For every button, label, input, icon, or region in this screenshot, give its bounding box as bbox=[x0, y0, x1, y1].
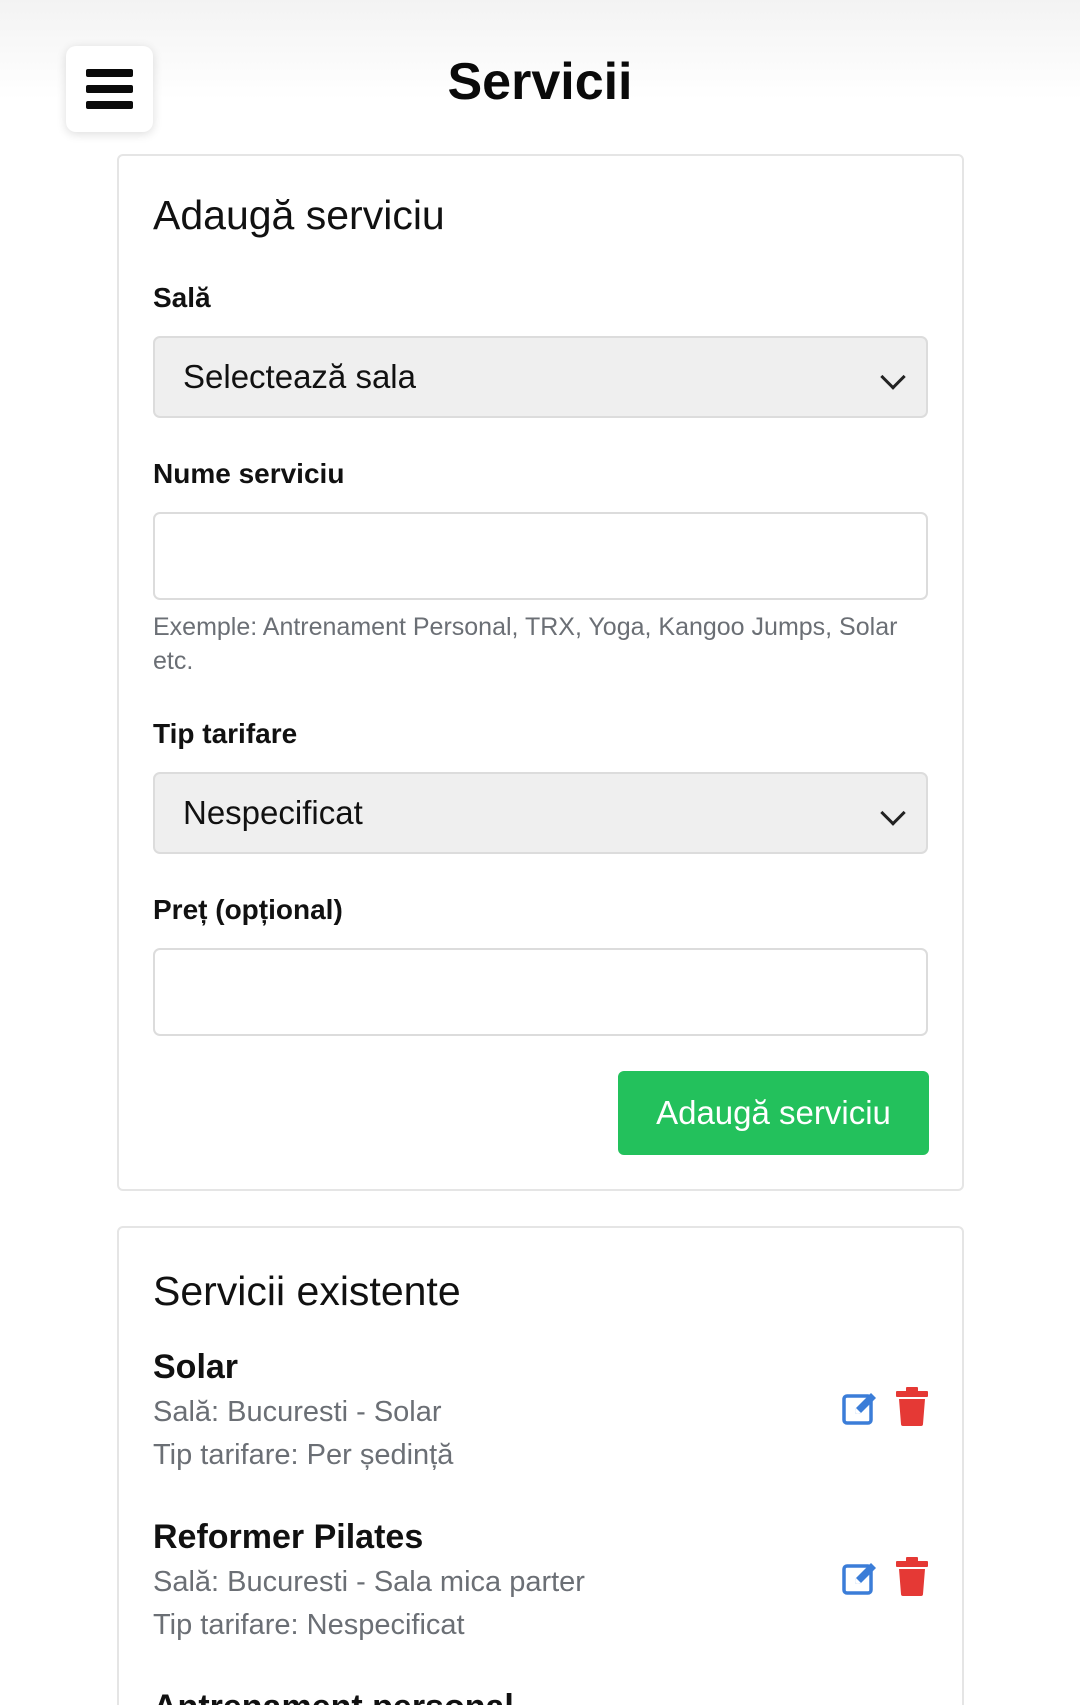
edit-icon bbox=[842, 1393, 876, 1425]
edit-button[interactable] bbox=[841, 1388, 881, 1428]
pricing-type-select[interactable]: Nespecificat bbox=[153, 772, 928, 854]
service-name: Solar bbox=[153, 1348, 239, 1386]
hall-select[interactable]: Selectează sala bbox=[153, 336, 928, 418]
price-label: Preț (opțional) bbox=[153, 894, 343, 925]
service-list-item: Reformer Pilates Sală: Bucuresti - Sala … bbox=[119, 1518, 966, 1658]
pricing-type-select-value: Nespecificat bbox=[183, 794, 363, 831]
service-pricing: Tip tarifare: Nespecificat bbox=[153, 1609, 465, 1641]
edit-button[interactable] bbox=[841, 1558, 881, 1598]
page: Servicii Adaugă serviciu Sală Selectează… bbox=[0, 0, 1080, 1705]
add-service-heading: Adaugă serviciu bbox=[153, 192, 445, 238]
service-name: Reformer Pilates bbox=[153, 1518, 424, 1556]
existing-services-card: Servicii existente Solar Sală: Bucuresti… bbox=[117, 1226, 964, 1705]
pricing-type-label: Tip tarifare bbox=[153, 718, 298, 749]
service-list-item: Solar Sală: Bucuresti - Solar Tip tarifa… bbox=[119, 1348, 966, 1488]
service-pricing: Tip tarifare: Per ședință bbox=[153, 1439, 454, 1471]
chevron-down-icon bbox=[880, 800, 906, 826]
hall-label: Sală bbox=[153, 282, 211, 313]
chevron-down-icon bbox=[880, 364, 906, 390]
delete-button[interactable] bbox=[895, 1556, 935, 1596]
service-hall: Sală: Bucuresti - Solar bbox=[153, 1396, 442, 1428]
service-hall: Sală: Bucuresti - Sala mica parter bbox=[153, 1566, 585, 1598]
service-name-hint: Exemple: Antrenament Personal, TRX, Yoga… bbox=[153, 613, 898, 675]
hall-select-value: Selectează sala bbox=[183, 358, 416, 395]
top-bar: Servicii bbox=[0, 0, 1080, 140]
add-service-card: Adaugă serviciu Sală Selectează sala Num… bbox=[117, 154, 964, 1191]
price-input[interactable] bbox=[153, 948, 928, 1036]
add-service-button[interactable]: Adaugă serviciu bbox=[618, 1071, 929, 1155]
service-list-item: Antrenament personal bbox=[119, 1688, 966, 1705]
trash-icon bbox=[896, 1387, 928, 1426]
service-name: Antrenament personal bbox=[153, 1688, 514, 1705]
existing-services-heading: Servicii existente bbox=[153, 1268, 461, 1314]
edit-icon bbox=[842, 1563, 876, 1595]
trash-icon bbox=[896, 1557, 928, 1596]
page-title: Servicii bbox=[447, 53, 633, 111]
service-name-input[interactable] bbox=[153, 512, 928, 600]
service-name-label: Nume serviciu bbox=[153, 458, 345, 489]
delete-button[interactable] bbox=[895, 1386, 935, 1426]
